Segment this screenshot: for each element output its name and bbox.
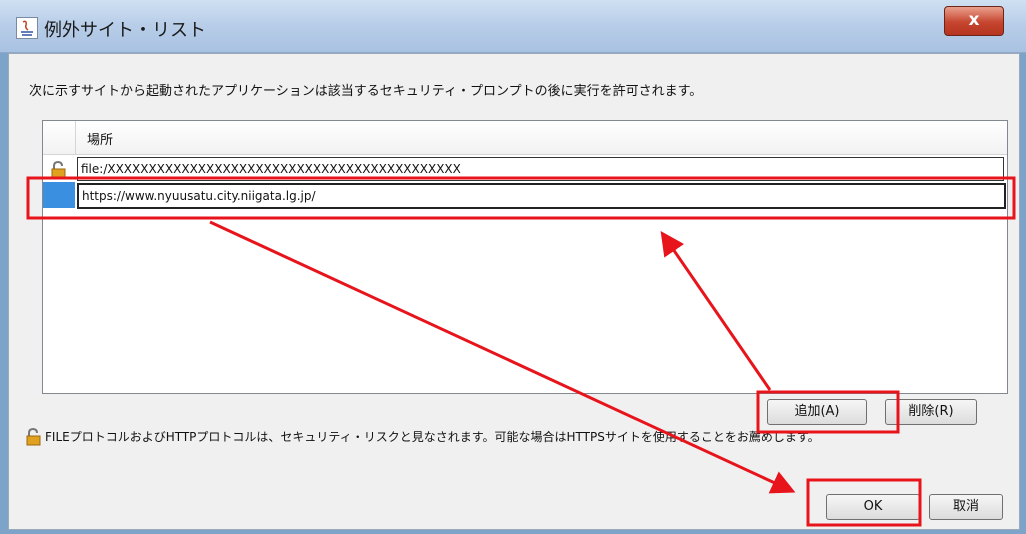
- security-note: FILEプロトコルおよびHTTPプロトコルは、セキュリティ・リスクと見なされます…: [45, 430, 820, 444]
- description-text: 次に示すサイトから起動されたアプリケーションは該当するセキュリティ・プロンプトの…: [29, 84, 703, 99]
- location-cell-editing[interactable]: https://www.nyuusatu.city.niigata.lg.jp/: [77, 183, 1006, 209]
- exception-site-table: 場所 file:/XXXXXXXXXXXXXXXXXXXXXXXXXXXXXXX…: [42, 120, 1008, 394]
- table-row[interactable]: https://www.nyuusatu.city.niigata.lg.jp/: [43, 182, 1006, 209]
- add-button[interactable]: 追加(A): [767, 399, 867, 425]
- table-header: 場所: [43, 121, 1007, 155]
- window-title: 例外サイト・リスト: [44, 20, 206, 41]
- close-button[interactable]: x: [944, 6, 1004, 36]
- table-row[interactable]: file:/XXXXXXXXXXXXXXXXXXXXXXXXXXXXXXXXXX…: [43, 156, 1005, 182]
- row-gutter: [43, 156, 75, 182]
- delete-button[interactable]: 削除(R): [885, 399, 977, 425]
- dialog-body: 次に示すサイトから起動されたアプリケーションは該当するセキュリティ・プロンプトの…: [8, 53, 1020, 530]
- cancel-button[interactable]: 取消: [929, 494, 1003, 520]
- header-gutter: [43, 121, 76, 154]
- title-bar: 例外サイト・リスト x: [0, 0, 1026, 53]
- row-gutter-selected: [43, 182, 75, 208]
- column-header-location[interactable]: 場所: [87, 129, 113, 148]
- java-icon: [16, 17, 38, 39]
- lock-icon: [51, 161, 66, 179]
- lock-icon: [26, 428, 41, 446]
- location-cell[interactable]: file:/XXXXXXXXXXXXXXXXXXXXXXXXXXXXXXXXXX…: [77, 157, 1004, 181]
- ok-button[interactable]: OK: [826, 494, 920, 520]
